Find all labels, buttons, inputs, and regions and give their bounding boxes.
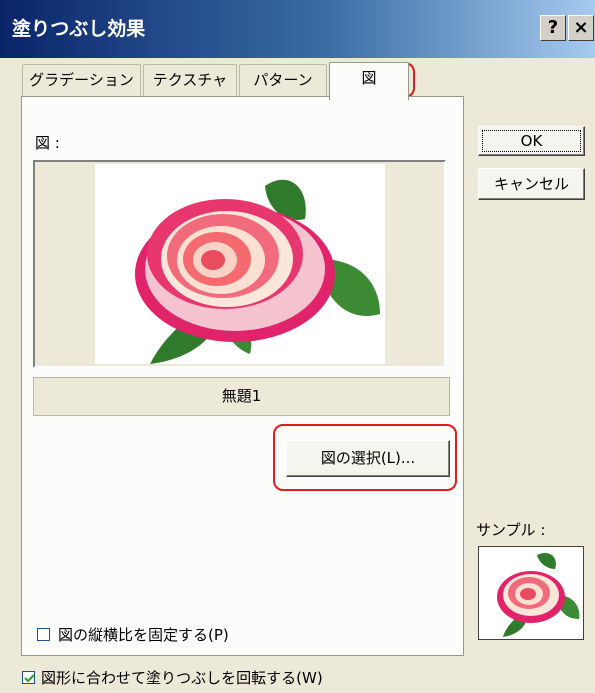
title-bar: 塗りつぶし効果 ? × bbox=[0, 0, 595, 58]
picture-label: 図 : bbox=[35, 134, 60, 152]
tab-texture[interactable]: テクスチャ bbox=[143, 64, 237, 98]
checkmark-icon bbox=[24, 674, 35, 683]
lock-aspect-label: 図の縦横比を固定する(P) bbox=[58, 626, 229, 644]
close-button[interactable]: × bbox=[568, 15, 594, 41]
help-button[interactable]: ? bbox=[540, 15, 566, 41]
tab-pattern[interactable]: パターン bbox=[239, 64, 327, 98]
ok-button[interactable]: OK bbox=[478, 126, 585, 156]
tab-picture[interactable]: 図 bbox=[329, 62, 409, 100]
picture-preview bbox=[33, 160, 446, 368]
tab-gradient[interactable]: グラデーション bbox=[22, 64, 141, 98]
sample-label: サンプル : bbox=[476, 521, 546, 539]
cancel-button[interactable]: キャンセル bbox=[478, 168, 585, 200]
rose-image bbox=[95, 164, 385, 364]
select-button-highlight-box bbox=[273, 424, 457, 491]
rotate-with-shape-label: 図形に合わせて塗りつぶしを回転する(W) bbox=[41, 669, 323, 687]
window-title: 塗りつぶし効果 bbox=[12, 18, 146, 40]
rose-thumbnail-image bbox=[497, 552, 580, 637]
picture-name-field: 無題1 bbox=[33, 377, 450, 416]
sample-preview bbox=[478, 546, 584, 640]
rotate-with-shape-checkbox[interactable] bbox=[22, 671, 35, 684]
lock-aspect-checkbox[interactable] bbox=[37, 628, 50, 641]
